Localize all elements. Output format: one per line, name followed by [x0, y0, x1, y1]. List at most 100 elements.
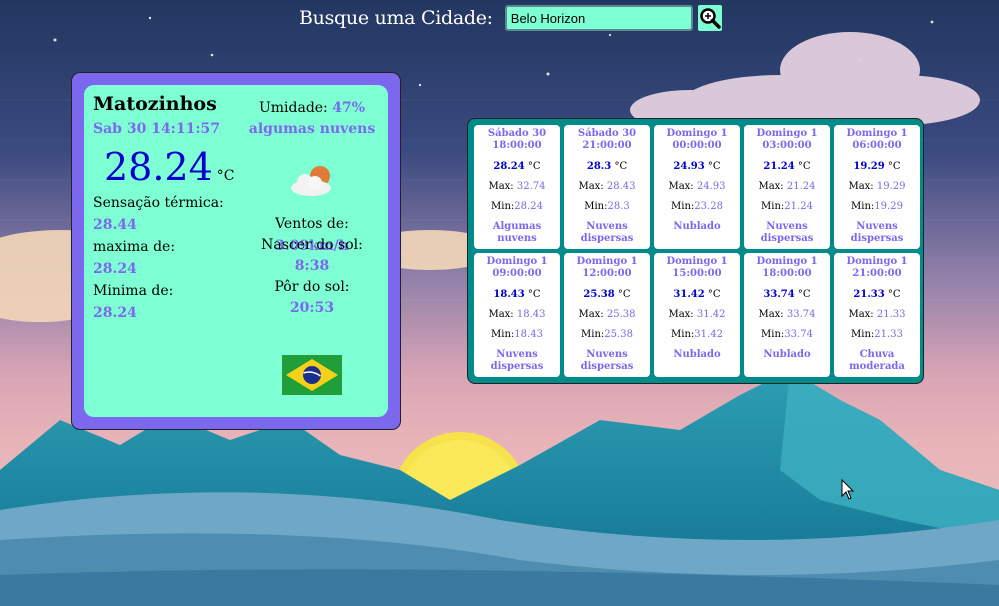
forecast-day: Domingo 1	[756, 256, 818, 267]
temperature-value: 28.24	[104, 145, 213, 189]
forecast-max-value: 21.33	[876, 309, 906, 320]
sunset-label: Pôr do sol:	[274, 279, 350, 295]
forecast-temp-value: 21.24	[763, 161, 795, 172]
forecast-temp-unit: °C	[797, 289, 811, 300]
forecast-max: Max: 19.29	[834, 181, 920, 193]
forecast-max-label: Max:	[758, 309, 784, 320]
forecast-temp-value: 19.29	[853, 161, 885, 172]
forecast-temp-unit: °C	[797, 161, 811, 172]
forecast-time: Domingo 1 06:00:00	[834, 128, 920, 152]
forecast-temp-unit: °C	[527, 289, 541, 300]
current-weather-card: Matozinhos Sab 30 14:11:57 28.24 °C Sens…	[71, 72, 401, 430]
forecast-temp-value: 28.3	[586, 161, 612, 172]
forecast-max-value: 33.74	[786, 309, 816, 320]
forecast-max-value: 21.24	[786, 181, 816, 192]
max-temp-value: 28.24	[93, 261, 137, 277]
partly-cloudy-icon	[291, 166, 331, 196]
forecast-hour: 03:00:00	[762, 140, 812, 151]
forecast-max-value: 28.43	[606, 181, 636, 192]
forecast-max-value: 31.42	[696, 309, 726, 320]
forecast-min-value: 31.42	[694, 329, 723, 340]
forecast-time: Domingo 1 12:00:00	[564, 256, 650, 280]
temperature-display: 28.24 °C	[104, 145, 235, 189]
forecast-min-label: Min:	[491, 329, 515, 340]
forecast-max: Max: 31.42	[654, 309, 740, 321]
temperature-unit: °C	[216, 168, 235, 184]
forecast-max-label: Max:	[848, 309, 874, 320]
forecast-min: Min:23.28	[654, 201, 740, 213]
forecast-max-value: 25.38	[606, 309, 636, 320]
forecast-temp-value: 33.74	[763, 289, 795, 300]
forecast-temp: 28.24 °C	[474, 161, 560, 173]
forecast-min: Min:33.74	[744, 329, 830, 341]
forecast-temp: 19.29 °C	[834, 161, 920, 173]
forecast-min: Min:31.42	[654, 329, 740, 341]
forecast-hour: 15:00:00	[672, 268, 722, 279]
wind: Ventos de: 3.09km/h	[242, 213, 382, 254]
brazil-flag-icon	[282, 355, 342, 395]
forecast-description: Nublado	[763, 349, 811, 360]
forecast-description: Nuvens dispersas	[580, 221, 634, 244]
forecast-min-label: Min:	[851, 201, 875, 212]
forecast-day: Domingo 1	[756, 128, 818, 139]
search-icon	[700, 8, 721, 29]
forecast-hour: 21:00:00	[852, 268, 902, 279]
forecast-max: Max: 18.43	[474, 309, 560, 321]
forecast-max: Max: 21.24	[744, 181, 830, 193]
humidity-label: Umidade:	[258, 100, 328, 116]
forecast-min-value: 19.29	[874, 201, 903, 212]
forecast-min-value: 25.38	[604, 329, 633, 340]
forecast-hour: 12:00:00	[582, 268, 632, 279]
forecast-temp: 21.33 °C	[834, 289, 920, 301]
forecast-temp-value: 31.42	[673, 289, 705, 300]
temperature-details: Sensação térmica: 28.44 maxima de: 28.24…	[93, 192, 233, 324]
forecast-card: Sábado 30 21:00:00 28.3 °C Max: 28.43 Min:28…	[564, 125, 650, 249]
forecast-min: Min:19.29	[834, 201, 920, 213]
forecast-min-value: 28.3	[607, 201, 630, 212]
forecast-time: Domingo 1 09:00:00	[474, 256, 560, 280]
forecast-max-label: Max:	[848, 181, 874, 192]
wind-label: Ventos de:	[275, 216, 349, 232]
forecast-max: Max: 32.74	[474, 181, 560, 193]
forecast-temp-unit: °C	[527, 161, 541, 172]
feels-like-label: Sensação térmica:	[93, 195, 224, 211]
search-button[interactable]	[697, 5, 722, 31]
forecast-panel: Sábado 30 18:00:00 28.24 °C Max: 32.74 Min:2…	[467, 118, 924, 384]
forecast-day: Domingo 1	[576, 256, 638, 267]
forecast-min-value: 33.74	[784, 329, 813, 340]
forecast-hour: 18:00:00	[492, 140, 542, 151]
forecast-time: Domingo 1 03:00:00	[744, 128, 830, 152]
forecast-day: Domingo 1	[666, 256, 728, 267]
forecast-min: Min:21.24	[744, 201, 830, 213]
forecast-time: Sábado 30 18:00:00	[474, 128, 560, 152]
forecast-day: Sábado 30	[487, 128, 547, 139]
forecast-max-label: Max:	[578, 309, 604, 320]
forecast-max: Max: 33.74	[744, 309, 830, 321]
forecast-min: Min:28.3	[564, 201, 650, 213]
forecast-time: Sábado 30 21:00:00	[564, 128, 650, 152]
forecast-description: Nuvens dispersas	[760, 221, 814, 244]
forecast-temp-unit: °C	[614, 161, 628, 172]
forecast-temp: 24.93 °C	[654, 161, 740, 173]
forecast-min: Min:18.43	[474, 329, 560, 341]
forecast-temp-unit: °C	[887, 161, 901, 172]
forecast-hour: 00:00:00	[672, 140, 722, 151]
forecast-hour: 21:00:00	[582, 140, 632, 151]
forecast-temp: 33.74 °C	[744, 289, 830, 301]
forecast-max-label: Max:	[758, 181, 784, 192]
forecast-max: Max: 25.38	[564, 309, 650, 321]
forecast-description: Nuvens dispersas	[850, 221, 904, 244]
min-temp-value: 28.24	[93, 305, 137, 321]
sunset-value: 20:53	[289, 300, 335, 316]
forecast-description: Nuvens dispersas	[490, 349, 544, 372]
weather-description: algumas nuvens	[248, 121, 376, 137]
forecast-time: Domingo 1 15:00:00	[654, 256, 740, 280]
city-name: Matozinhos	[93, 93, 217, 115]
forecast-card: Domingo 1 21:00:00 21.33 °C Max: 21.33 Min:2…	[834, 253, 920, 377]
forecast-max: Max: 21.33	[834, 309, 920, 321]
mouse-cursor-icon	[841, 479, 855, 500]
sunrise-value: 8:38	[294, 258, 330, 274]
city-search-input[interactable]	[504, 5, 693, 31]
forecast-day: Domingo 1	[666, 128, 728, 139]
max-temp-label: maxima de:	[93, 239, 176, 255]
